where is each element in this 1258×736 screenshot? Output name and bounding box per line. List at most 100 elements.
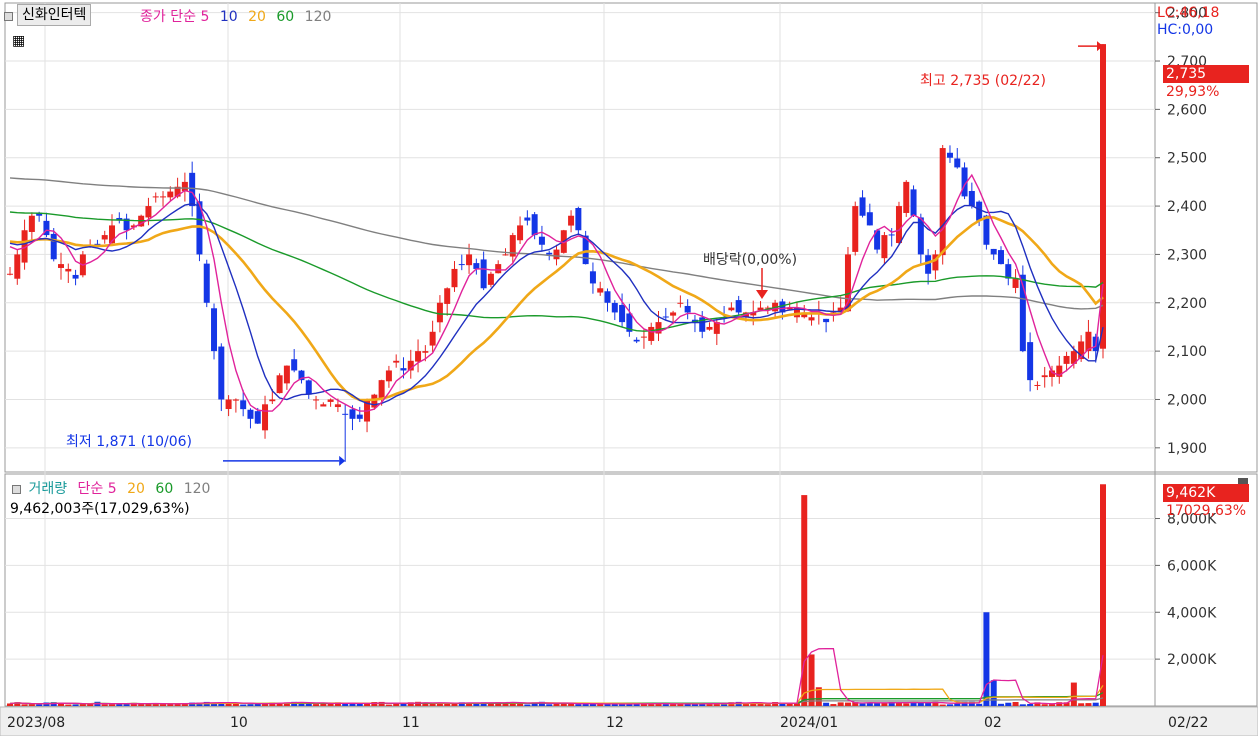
ma20-legend: 20	[248, 9, 266, 25]
candle	[262, 404, 269, 431]
candle	[145, 206, 152, 218]
volume-bar	[808, 654, 815, 706]
volume-bar	[385, 704, 392, 706]
volume-bar	[939, 704, 946, 706]
candle	[954, 158, 961, 168]
stock-name-button[interactable]: 신화인터텍	[17, 4, 92, 26]
candle	[371, 394, 378, 408]
volume-bar	[247, 704, 254, 706]
candle	[1027, 342, 1034, 381]
candle	[997, 250, 1004, 265]
candle	[823, 318, 830, 323]
volume-tick-label: 6,000K	[1167, 558, 1217, 574]
price-tick-label: 2,100	[1167, 344, 1207, 360]
candle	[356, 414, 363, 419]
candle	[400, 368, 407, 371]
volume-bar	[101, 704, 108, 706]
candle	[254, 411, 261, 424]
volume-bar	[160, 704, 167, 706]
candle	[160, 196, 167, 198]
candle	[677, 302, 684, 304]
volume-bar	[1070, 682, 1077, 706]
volume-bar	[79, 704, 86, 706]
dividend-annotation: 배당락(0,00%)	[703, 252, 798, 268]
candle	[313, 399, 320, 401]
date-label: 11	[402, 715, 420, 731]
date-label: 02	[984, 715, 1002, 731]
menu-square-icon[interactable]	[4, 9, 16, 24]
volume-bar	[436, 703, 443, 706]
volume-bar	[1048, 704, 1055, 706]
volume-bar	[546, 704, 553, 706]
candle	[895, 206, 902, 244]
high-annotation: 최고 2,735 (02/22)	[920, 73, 1047, 89]
volume-bar	[713, 704, 720, 706]
volume-tick-label: 4,000K	[1167, 605, 1217, 621]
volume-bar	[400, 703, 407, 706]
candle	[735, 300, 742, 313]
candle	[1005, 264, 1012, 279]
candle	[269, 399, 276, 402]
vol-ma60-legend: 60	[155, 481, 174, 497]
candle	[240, 400, 247, 410]
volume-bar	[21, 704, 28, 706]
candle	[473, 263, 480, 269]
volume-bar	[976, 703, 983, 706]
volume-bar	[1005, 702, 1012, 706]
candle	[866, 212, 873, 226]
candle	[517, 225, 524, 241]
volume-tick-label: 2,000K	[1167, 652, 1217, 668]
candle	[436, 302, 443, 323]
price-panel	[4, 2, 1258, 473]
price-tick-label: 2,400	[1167, 199, 1207, 215]
volume-badge: 9,462K	[1163, 484, 1249, 502]
candle	[349, 409, 356, 419]
ma60-legend: 60	[276, 9, 295, 25]
grid-table-icon[interactable]: ▦	[12, 33, 25, 49]
candle	[218, 346, 225, 400]
volume-ma-label: 단순	[77, 481, 104, 497]
candle	[487, 273, 494, 285]
volume-bar	[28, 704, 35, 706]
volume-bar	[830, 704, 837, 706]
volume-bar	[313, 704, 320, 706]
volume-bar	[174, 704, 181, 706]
candle	[276, 375, 283, 394]
candle	[619, 304, 626, 323]
candle	[429, 331, 436, 346]
lc-readout: LC:46,18	[1157, 5, 1220, 21]
candle	[575, 208, 582, 231]
volume-bar	[1041, 704, 1048, 706]
volume-bar	[524, 704, 531, 706]
candle	[531, 214, 538, 236]
ma-label: 단순	[170, 9, 196, 25]
candle	[305, 380, 312, 395]
ma120-legend: 120	[304, 9, 332, 25]
candle	[167, 191, 174, 198]
candle	[327, 399, 334, 402]
candle	[342, 413, 349, 415]
candle	[385, 370, 392, 382]
volume-bar	[138, 704, 145, 706]
volume-bar	[327, 703, 334, 706]
candle	[480, 259, 487, 289]
hc-readout: HC:0,00	[1157, 22, 1214, 38]
candle	[320, 404, 327, 407]
volume-bar	[1027, 703, 1034, 706]
volume-bar	[393, 703, 400, 706]
volume-bar	[342, 703, 349, 706]
candle	[101, 235, 108, 240]
candle	[670, 312, 677, 316]
candle	[334, 404, 341, 408]
volume-bar	[36, 704, 43, 706]
candle	[568, 215, 575, 226]
candle	[291, 359, 298, 371]
candle	[633, 339, 640, 342]
candle	[203, 263, 210, 303]
date-label: 2023/08	[7, 715, 65, 731]
candle	[451, 268, 458, 288]
candle	[546, 252, 553, 255]
volume-bar	[786, 703, 793, 706]
candle	[604, 291, 611, 303]
candle	[181, 181, 188, 192]
